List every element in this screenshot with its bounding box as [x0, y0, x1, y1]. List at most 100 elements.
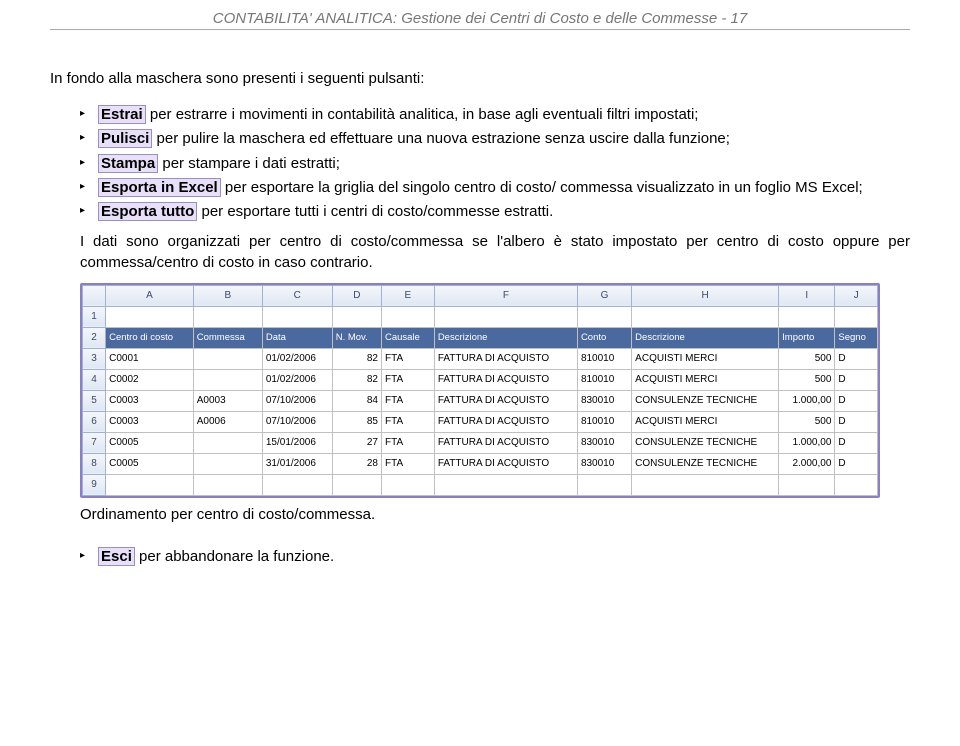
excel-cell: D — [835, 411, 878, 432]
excel-cell — [779, 306, 835, 327]
excel-cell: 07/10/2006 — [262, 411, 332, 432]
excel-col-F: F — [434, 285, 577, 306]
excel-cell — [381, 306, 434, 327]
excel-cell: C0005 — [106, 453, 194, 474]
excel-row-8: 8 — [83, 453, 106, 474]
excel-cell — [262, 474, 332, 495]
bullet-estrai-text: per estrarre i movimenti in contabilità … — [146, 106, 699, 123]
excel-cell — [577, 474, 631, 495]
bullet-pulisci-text: per pulire la maschera ed effettuare una… — [152, 130, 730, 147]
kw-esporta-tutto: Esporta tutto — [98, 202, 197, 221]
bullet-estrai: Estrai per estrarre i movimenti in conta… — [80, 105, 910, 125]
apphdr-I: Importo — [779, 327, 835, 348]
apphdr-A: Centro di costo — [106, 327, 194, 348]
excel-cell: FATTURA DI ACQUISTO — [434, 348, 577, 369]
excel-cell: FTA — [381, 453, 434, 474]
excel-caption: Ordinamento per centro di costo/commessa… — [80, 506, 880, 523]
excel-cell: 500 — [779, 411, 835, 432]
excel-cell — [434, 306, 577, 327]
bullet-pulisci: Pulisci per pulire la maschera ed effett… — [80, 129, 910, 149]
page-header: CONTABILITA' ANALITICA: Gestione dei Cen… — [50, 10, 910, 30]
excel-cell — [106, 474, 194, 495]
excel-cell — [779, 474, 835, 495]
excel-cell: 500 — [779, 369, 835, 390]
excel-cell: 27 — [332, 432, 381, 453]
excel-cell: C0003 — [106, 390, 194, 411]
excel-cell: D — [835, 453, 878, 474]
excel-cell: 84 — [332, 390, 381, 411]
excel-cell: FTA — [381, 432, 434, 453]
excel-cell: 500 — [779, 348, 835, 369]
excel-cell: 01/02/2006 — [262, 369, 332, 390]
bullet-stampa-text: per stampare i dati estratti; — [158, 155, 340, 172]
excel-cell: 01/02/2006 — [262, 348, 332, 369]
excel-cell — [106, 306, 194, 327]
apphdr-C: Data — [262, 327, 332, 348]
excel-corner — [83, 285, 106, 306]
excel-col-A: A — [106, 285, 194, 306]
excel-screenshot: ABCDEFGHIJ12Centro di costoCommessaDataN… — [80, 283, 880, 498]
excel-cell — [332, 474, 381, 495]
bullet-esporta-tutto: Esporta tutto per esportare tutti i cent… — [80, 202, 910, 222]
apphdr-F: Descrizione — [434, 327, 577, 348]
excel-cell: D — [835, 432, 878, 453]
excel-cell — [632, 474, 779, 495]
excel-cell: 830010 — [577, 390, 631, 411]
excel-cell: C0002 — [106, 369, 194, 390]
apphdr-D: N. Mov. — [332, 327, 381, 348]
bullet-esporta-excel: Esporta in Excel per esportare la grigli… — [80, 178, 910, 198]
excel-cell: 31/01/2006 — [262, 453, 332, 474]
excel-cell: 07/10/2006 — [262, 390, 332, 411]
excel-cell: D — [835, 348, 878, 369]
excel-row-6: 6 — [83, 411, 106, 432]
excel-cell: 810010 — [577, 369, 631, 390]
excel-cell: FATTURA DI ACQUISTO — [434, 390, 577, 411]
kw-esporta-excel: Esporta in Excel — [98, 178, 221, 197]
kw-pulisci: Pulisci — [98, 129, 152, 148]
excel-cell: FATTURA DI ACQUISTO — [434, 453, 577, 474]
excel-cell: FTA — [381, 369, 434, 390]
bullet-esporta-excel-text: per esportare la griglia del singolo cen… — [221, 179, 863, 196]
excel-cell — [193, 348, 262, 369]
bullet-stampa: Stampa per stampare i dati estratti; — [80, 154, 910, 174]
excel-cell: C0005 — [106, 432, 194, 453]
excel-row-4: 4 — [83, 369, 106, 390]
excel-cell: 82 — [332, 348, 381, 369]
kw-esci: Esci — [98, 547, 135, 566]
excel-cell: FTA — [381, 390, 434, 411]
apphdr-H: Descrizione — [632, 327, 779, 348]
excel-cell: C0003 — [106, 411, 194, 432]
apphdr-B: Commessa — [193, 327, 262, 348]
excel-cell: CONSULENZE TECNICHE — [632, 390, 779, 411]
excel-cell — [193, 369, 262, 390]
excel-col-B: B — [193, 285, 262, 306]
excel-row-1: 1 — [83, 306, 106, 327]
bullet-esci: Esci per abbandonare la funzione. — [80, 547, 910, 567]
excel-cell — [193, 453, 262, 474]
excel-cell: FTA — [381, 411, 434, 432]
apphdr-J: Segno — [835, 327, 878, 348]
excel-row-5: 5 — [83, 390, 106, 411]
kw-estrai: Estrai — [98, 105, 146, 124]
excel-cell: 830010 — [577, 432, 631, 453]
excel-cell: CONSULENZE TECNICHE — [632, 453, 779, 474]
excel-cell: 2.000,00 — [779, 453, 835, 474]
kw-stampa: Stampa — [98, 154, 158, 173]
excel-cell: 830010 — [577, 453, 631, 474]
excel-grid: ABCDEFGHIJ12Centro di costoCommessaDataN… — [82, 285, 878, 496]
excel-col-I: I — [779, 285, 835, 306]
excel-cell: FATTURA DI ACQUISTO — [434, 432, 577, 453]
excel-cell: 1.000,00 — [779, 390, 835, 411]
intro-text: In fondo alla maschera sono presenti i s… — [50, 70, 910, 87]
excel-cell: ACQUISTI MERCI — [632, 411, 779, 432]
excel-cell — [193, 306, 262, 327]
apphdr-G: Conto — [577, 327, 631, 348]
excel-cell: ACQUISTI MERCI — [632, 348, 779, 369]
excel-cell: ACQUISTI MERCI — [632, 369, 779, 390]
excel-cell: 810010 — [577, 411, 631, 432]
paragraph-organizzati: I dati sono organizzati per centro di co… — [80, 232, 910, 273]
excel-cell: FATTURA DI ACQUISTO — [434, 369, 577, 390]
excel-row-2: 2 — [83, 327, 106, 348]
excel-cell: D — [835, 369, 878, 390]
excel-row-9: 9 — [83, 474, 106, 495]
